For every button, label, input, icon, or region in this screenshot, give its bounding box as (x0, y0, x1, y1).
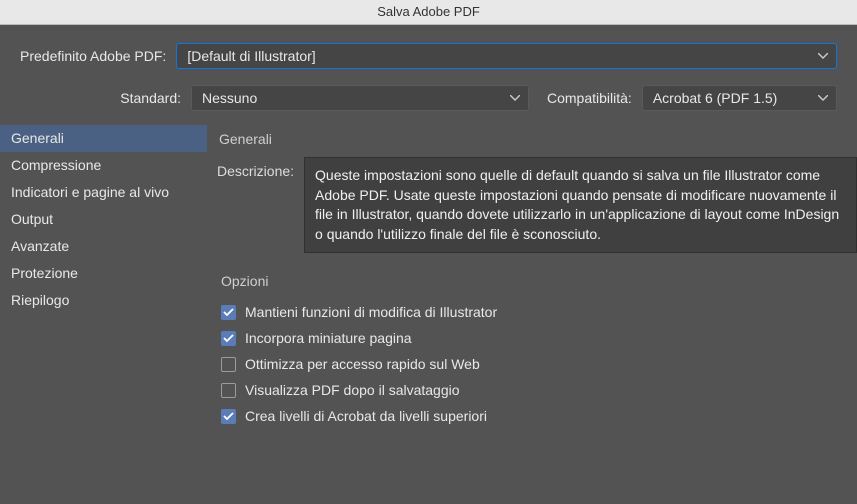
option-row: Incorpora miniature pagina (221, 325, 857, 351)
checkbox[interactable] (221, 331, 236, 346)
section-title: Generali (217, 131, 857, 157)
compat-select[interactable]: Acrobat 6 (PDF 1.5) (642, 85, 837, 111)
sidebar-item[interactable]: Riepilogo (0, 287, 207, 314)
standard-value: Nessuno (202, 90, 257, 106)
preset-label: Predefinito Adobe PDF: (20, 48, 166, 64)
checkbox[interactable] (221, 305, 236, 320)
option-row: Mantieni funzioni di modifica di Illustr… (221, 299, 857, 325)
checkbox[interactable] (221, 357, 236, 372)
sidebar-item[interactable]: Indicatori e pagine al vivo (0, 179, 207, 206)
checkbox[interactable] (221, 409, 236, 424)
preset-select[interactable]: [Default di Illustrator] (176, 43, 837, 69)
sidebar-item-label: Protezione (11, 265, 78, 281)
sidebar-item-label: Indicatori e pagine al vivo (11, 184, 169, 200)
sidebar: Generali Compressione Indicatori e pagine … (0, 125, 207, 439)
sidebar-item-label: Generali (11, 130, 64, 146)
option-label: Mantieni funzioni di modifica di Illustr… (245, 304, 497, 320)
chevron-down-icon (818, 53, 828, 59)
chevron-down-icon (510, 95, 520, 101)
standard-label: Standard: (20, 90, 181, 106)
compat-label: Compatibilità: (547, 90, 632, 106)
option-row: Crea livelli di Acrobat da livelli super… (221, 403, 857, 429)
sidebar-item-label: Output (11, 211, 53, 227)
sidebar-item-label: Compressione (11, 157, 101, 173)
preset-value: [Default di Illustrator] (187, 48, 315, 64)
option-label: Ottimizza per accesso rapido sul Web (245, 356, 480, 372)
description-text: Queste impostazioni sono quelle di defau… (304, 157, 857, 253)
chevron-down-icon (818, 95, 828, 101)
sidebar-item-label: Riepilogo (11, 292, 69, 308)
option-row: Visualizza PDF dopo il salvataggio (221, 377, 857, 403)
option-label: Visualizza PDF dopo il salvataggio (245, 382, 460, 398)
options-title: Opzioni (221, 273, 857, 289)
sidebar-item-label: Avanzate (11, 238, 69, 254)
compat-value: Acrobat 6 (PDF 1.5) (653, 90, 778, 106)
window-title: Salva Adobe PDF (0, 0, 857, 25)
sidebar-item[interactable]: Compressione (0, 152, 207, 179)
checkbox[interactable] (221, 383, 236, 398)
sidebar-item[interactable]: Output (0, 206, 207, 233)
sidebar-item[interactable]: Protezione (0, 260, 207, 287)
description-label: Descrizione: (217, 157, 294, 179)
option-label: Incorpora miniature pagina (245, 330, 412, 346)
standard-select[interactable]: Nessuno (191, 85, 529, 111)
option-label: Crea livelli di Acrobat da livelli super… (245, 408, 487, 424)
sidebar-item[interactable]: Avanzate (0, 233, 207, 260)
option-row: Ottimizza per accesso rapido sul Web (221, 351, 857, 377)
sidebar-item[interactable]: Generali (0, 125, 207, 152)
